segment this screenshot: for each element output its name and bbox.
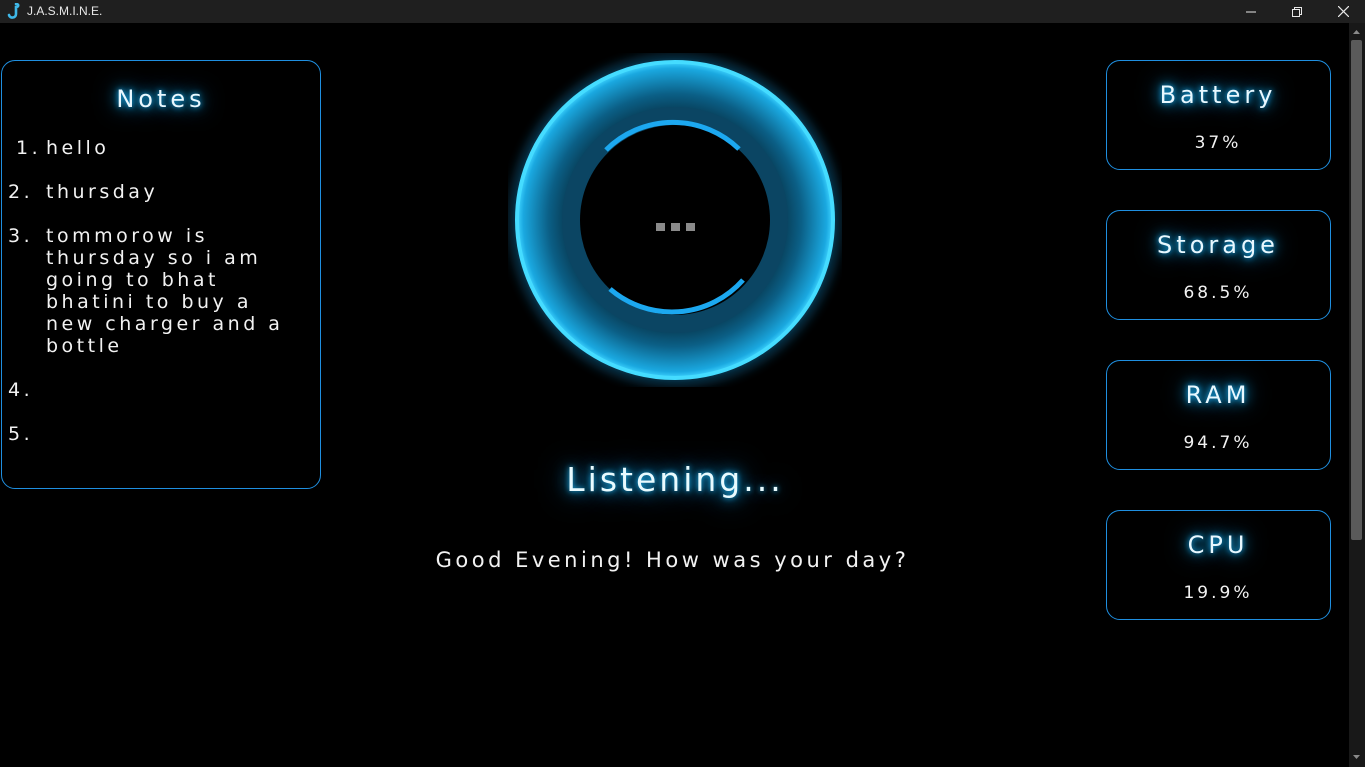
typing-indicator-dot	[656, 223, 665, 231]
jasmine-app-icon	[7, 3, 20, 19]
battery-label: Battery	[1159, 81, 1277, 109]
typing-indicator-dot	[671, 223, 680, 231]
notes-list: 1. hello 2. thursday 3. tommorow is thur…	[8, 137, 308, 467]
ram-label: RAM	[1185, 381, 1251, 409]
close-button[interactable]	[1320, 0, 1365, 23]
title-bar: J.A.S.M.I.N.E.	[0, 0, 1365, 23]
cpu-label: CPU	[1187, 531, 1249, 559]
battery-card: Battery 37%	[1106, 60, 1331, 170]
voice-orb	[511, 56, 839, 384]
scroll-up-arrow-icon[interactable]	[1351, 27, 1362, 37]
restore-icon	[1292, 6, 1302, 17]
close-icon	[1337, 6, 1349, 17]
window-title: J.A.S.M.I.N.E.	[27, 4, 103, 18]
notes-panel: Notes 1. hello 2. thursday 3. tommorow i…	[1, 60, 321, 489]
ram-card: RAM 94.7%	[1106, 360, 1331, 470]
note-text	[46, 379, 308, 401]
scrollbar-thumb[interactable]	[1351, 40, 1362, 540]
note-number: 5.	[8, 423, 34, 445]
note-text: tommorow is thursday so i am going to bh…	[46, 225, 284, 357]
cpu-card: CPU 19.9%	[1106, 510, 1331, 620]
note-item: 1. hello	[8, 137, 308, 159]
restore-button[interactable]	[1274, 0, 1320, 23]
note-item: 3. tommorow is thursday so i am going to…	[8, 225, 308, 357]
scroll-down-arrow-icon[interactable]	[1351, 752, 1362, 762]
note-text: thursday	[46, 181, 159, 203]
note-text	[46, 423, 308, 445]
note-item: 4.	[8, 379, 308, 401]
cpu-value: 19.9%	[1183, 583, 1253, 603]
note-text: hello	[46, 137, 110, 159]
storage-card: Storage 68.5%	[1106, 210, 1331, 320]
battery-value: 37%	[1194, 133, 1242, 153]
minimize-icon	[1246, 11, 1256, 12]
note-number: 1.	[16, 137, 42, 159]
note-number: 4.	[8, 379, 34, 401]
note-number: 2.	[8, 181, 34, 203]
note-item: 2. thursday	[8, 181, 308, 203]
minimize-button[interactable]	[1228, 0, 1274, 23]
notes-title: Notes	[116, 85, 206, 113]
ram-value: 94.7%	[1183, 433, 1253, 453]
note-number: 3.	[8, 225, 34, 247]
typing-indicator-dot	[686, 223, 695, 231]
storage-value: 68.5%	[1183, 283, 1253, 303]
storage-label: Storage	[1157, 231, 1279, 259]
note-item: 5.	[8, 423, 308, 445]
